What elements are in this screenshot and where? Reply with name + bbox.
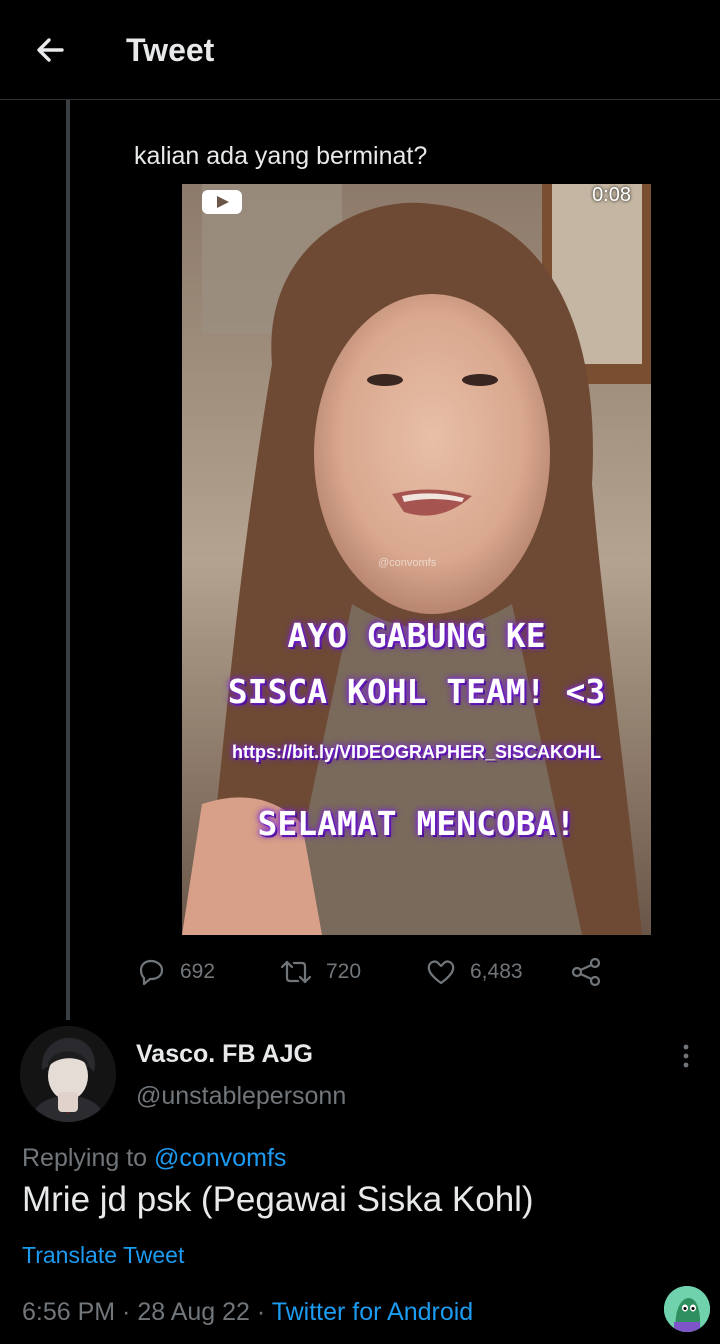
heart-icon (427, 960, 455, 985)
reply-icon (139, 959, 164, 986)
reply-display-name[interactable]: Vasco. FB AJG (136, 1040, 313, 1069)
avatar-image (20, 1026, 116, 1122)
meta-separator-1: · (115, 1298, 138, 1326)
tweet-source-link[interactable]: Twitter for Android (272, 1298, 473, 1326)
video-caption-line-1: AYO GABUNG KE (287, 616, 546, 655)
back-button[interactable] (30, 30, 70, 70)
video-caption-line-3: SELAMAT MENCOBA! (257, 804, 576, 843)
page-title: Tweet (126, 32, 215, 68)
like-count: 6,483 (470, 960, 523, 983)
tweet-time: 6:56 PM (22, 1298, 116, 1326)
parent-tweet-text: kalian ada yang berminat? (134, 142, 428, 170)
more-options-button[interactable] (676, 1042, 696, 1070)
tweet-metadata: 6:56 PM · 28 Aug 22 · Twitter for Androi… (22, 1298, 473, 1327)
retweet-action[interactable]: 720 (280, 954, 361, 990)
top-app-bar: Tweet (0, 0, 720, 100)
share-action[interactable] (570, 954, 616, 990)
replying-to-line: Replying to @convomfs (22, 1144, 286, 1173)
vertical-dots-icon (683, 1044, 689, 1068)
like-action[interactable]: 6,483 (426, 954, 523, 990)
avatar[interactable] (20, 1026, 116, 1122)
video-caption-url: https://bit.ly/VIDEOGRAPHER_SISCAKOHL (231, 742, 602, 762)
share-icon (571, 957, 601, 987)
video-duration: 0:08 (592, 184, 631, 206)
floating-sticker-button[interactable] (664, 1286, 710, 1332)
replying-to-label: Replying to (22, 1144, 155, 1172)
translate-tweet-link[interactable]: Translate Tweet (22, 1242, 184, 1269)
video-caption-line-2: SISCA KOHL TEAM! <3 (227, 672, 606, 711)
meta-separator-2: · (249, 1298, 272, 1326)
reply-tweet-text: Mrie jd psk (Pegawai Siska Kohl) (22, 1180, 534, 1219)
retweet-count: 720 (326, 960, 362, 983)
arrow-left-icon (37, 38, 64, 62)
video-player[interactable]: 0:08 @convomfs AYO GABUNG KE SISCA KOHL … (182, 184, 651, 935)
thread-connector-line (66, 100, 70, 1020)
reply-handle[interactable]: @unstablepersonn (136, 1082, 346, 1111)
reply-count: 692 (180, 960, 216, 983)
tweet-date: 28 Aug 22 (137, 1298, 250, 1326)
reply-action[interactable]: 692 (136, 954, 215, 990)
video-watermark: @convomfs (378, 557, 437, 569)
mascot-icon (664, 1286, 710, 1332)
retweet-icon (280, 960, 312, 984)
video-platform-icon (202, 190, 242, 214)
replying-to-mention[interactable]: @convomfs (154, 1144, 286, 1172)
